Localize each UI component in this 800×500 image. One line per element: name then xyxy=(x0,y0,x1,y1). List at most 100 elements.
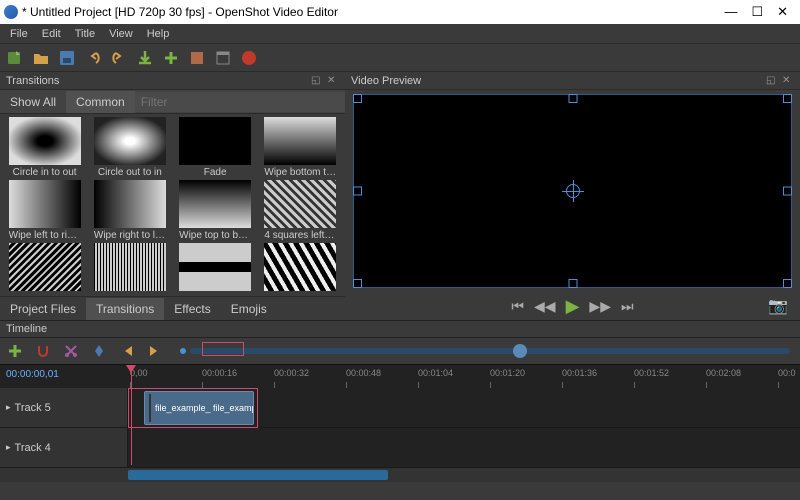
rewind-icon[interactable]: ◀◀ xyxy=(534,298,556,315)
left-tab[interactable]: Transitions xyxy=(86,298,164,320)
menu-title[interactable]: Title xyxy=(69,26,101,42)
add-icon[interactable] xyxy=(162,49,180,67)
menu-view[interactable]: View xyxy=(103,26,139,42)
transition-thumb xyxy=(179,243,251,291)
transition-item[interactable]: Fade xyxy=(174,117,257,178)
profile-icon[interactable] xyxy=(188,49,206,67)
transition-thumb xyxy=(9,243,81,291)
video-clip[interactable]: file_example_ file_example_... xyxy=(144,391,254,425)
transition-item[interactable]: Wipe left to right xyxy=(3,180,86,241)
transition-label: Circle out to in xyxy=(98,167,162,178)
menu-file[interactable]: File xyxy=(4,26,34,42)
transform-handle-icon[interactable] xyxy=(353,279,362,288)
minimize-button[interactable]: — xyxy=(724,4,737,20)
import-icon[interactable] xyxy=(136,49,154,67)
jump-start-icon[interactable]: ⏮ xyxy=(511,298,524,315)
app-logo-icon xyxy=(4,5,18,19)
zoom-slider-knob[interactable] xyxy=(513,344,527,358)
zoom-selection xyxy=(202,342,244,356)
track-body[interactable]: file_example_ file_example_... xyxy=(128,388,800,427)
transitions-grid: Circle in to out Circle out to in Fade Wipe… xyxy=(0,114,345,296)
undock-icon[interactable]: ◱ xyxy=(766,75,778,87)
transition-label: Fade xyxy=(204,167,227,178)
transform-handle-icon[interactable] xyxy=(783,94,792,103)
transition-thumb xyxy=(179,117,251,165)
track-header[interactable]: ▸Track 4 xyxy=(0,428,128,467)
save-project-icon[interactable] xyxy=(58,49,76,67)
preview-pane-title: Video Preview xyxy=(351,75,421,87)
ruler-tick: 00:01:04 xyxy=(418,368,453,378)
next-marker-icon[interactable] xyxy=(146,342,164,360)
timeline-scrollbar[interactable] xyxy=(0,468,800,482)
main-toolbar xyxy=(0,44,800,72)
transition-thumb xyxy=(9,117,81,165)
left-tab[interactable]: Emojis xyxy=(221,298,277,320)
transition-thumb xyxy=(264,117,336,165)
jump-end-icon[interactable]: ⏭ xyxy=(621,298,634,315)
transition-item[interactable]: 4 squares leftt barr xyxy=(259,180,342,241)
track-body[interactable] xyxy=(128,428,800,467)
prev-marker-icon[interactable] xyxy=(118,342,136,360)
timeline-ruler[interactable]: 00:00:00,01 0,0000:00:1600:00:3200:00:48… xyxy=(0,364,800,388)
transition-item[interactable] xyxy=(174,243,257,293)
menu-edit[interactable]: Edit xyxy=(36,26,67,42)
transition-thumb xyxy=(94,180,166,228)
transition-item[interactable]: Circle out to in xyxy=(88,117,171,178)
undock-icon[interactable]: ◱ xyxy=(311,75,323,87)
transform-handle-icon[interactable] xyxy=(568,279,577,288)
transform-handle-icon[interactable] xyxy=(783,187,792,196)
window-titlebar: * Untitled Project [HD 720p 30 fps] - Op… xyxy=(0,0,800,24)
close-pane-icon[interactable]: ✕ xyxy=(327,75,339,87)
transition-thumb xyxy=(264,180,336,228)
left-tab[interactable]: Effects xyxy=(164,298,220,320)
filter-input[interactable] xyxy=(135,92,345,112)
ruler-tick: 00:01:36 xyxy=(562,368,597,378)
ruler-tick: 00:01:52 xyxy=(634,368,669,378)
razor-icon[interactable] xyxy=(62,342,80,360)
filter-show-all[interactable]: Show All xyxy=(0,91,66,113)
snap-icon[interactable] xyxy=(34,342,52,360)
timeline-toolbar xyxy=(0,338,800,364)
center-crosshair-icon xyxy=(562,180,584,202)
undo-icon[interactable] xyxy=(84,49,102,67)
marker-icon[interactable] xyxy=(90,342,108,360)
transitions-pane-title: Transitions xyxy=(6,75,59,87)
menu-help[interactable]: Help xyxy=(141,26,176,42)
play-button[interactable]: ▶ xyxy=(566,296,580,317)
transition-label: Wipe bottom to ... xyxy=(264,167,336,178)
transition-item[interactable] xyxy=(88,243,171,293)
transition-item[interactable] xyxy=(259,243,342,293)
track-header[interactable]: ▸Track 5 xyxy=(0,388,128,427)
preview-pane-header: Video Preview ◱ ✕ xyxy=(345,72,800,90)
snapshot-icon[interactable]: 📷 xyxy=(768,296,788,316)
transition-item[interactable]: Circle in to out xyxy=(3,117,86,178)
close-pane-icon[interactable]: ✕ xyxy=(782,75,794,87)
open-project-icon[interactable] xyxy=(32,49,50,67)
transition-item[interactable] xyxy=(3,243,86,293)
transform-handle-icon[interactable] xyxy=(353,94,362,103)
video-preview[interactable] xyxy=(353,94,792,288)
new-project-icon[interactable] xyxy=(6,49,24,67)
collapse-icon[interactable]: ▸ xyxy=(6,402,11,413)
transitions-pane-header: Transitions ◱ ✕ xyxy=(0,72,345,90)
filter-common[interactable]: Common xyxy=(66,91,135,113)
fullscreen-icon[interactable] xyxy=(214,49,232,67)
playhead[interactable] xyxy=(131,365,132,465)
add-track-icon[interactable] xyxy=(6,342,24,360)
ruler-tick: 00:01:20 xyxy=(490,368,525,378)
close-button[interactable]: ✕ xyxy=(777,4,788,20)
transition-item[interactable]: Wipe right to left xyxy=(88,180,171,241)
transform-handle-icon[interactable] xyxy=(568,94,577,103)
redo-icon[interactable] xyxy=(110,49,128,67)
fast-forward-icon[interactable]: ▶▶ xyxy=(589,298,611,315)
transform-handle-icon[interactable] xyxy=(353,187,362,196)
left-tab[interactable]: Project Files xyxy=(0,298,86,320)
transition-item[interactable]: Wipe bottom to ... xyxy=(259,117,342,178)
transform-handle-icon[interactable] xyxy=(783,279,792,288)
export-icon[interactable] xyxy=(240,49,258,67)
zoom-slider[interactable] xyxy=(190,348,790,354)
transition-item[interactable]: Wipe top to bott... xyxy=(174,180,257,241)
maximize-button[interactable]: ☐ xyxy=(751,4,763,20)
track-row: ▸Track 5 file_example_ file_example_... xyxy=(0,388,800,428)
collapse-icon[interactable]: ▸ xyxy=(6,442,11,453)
